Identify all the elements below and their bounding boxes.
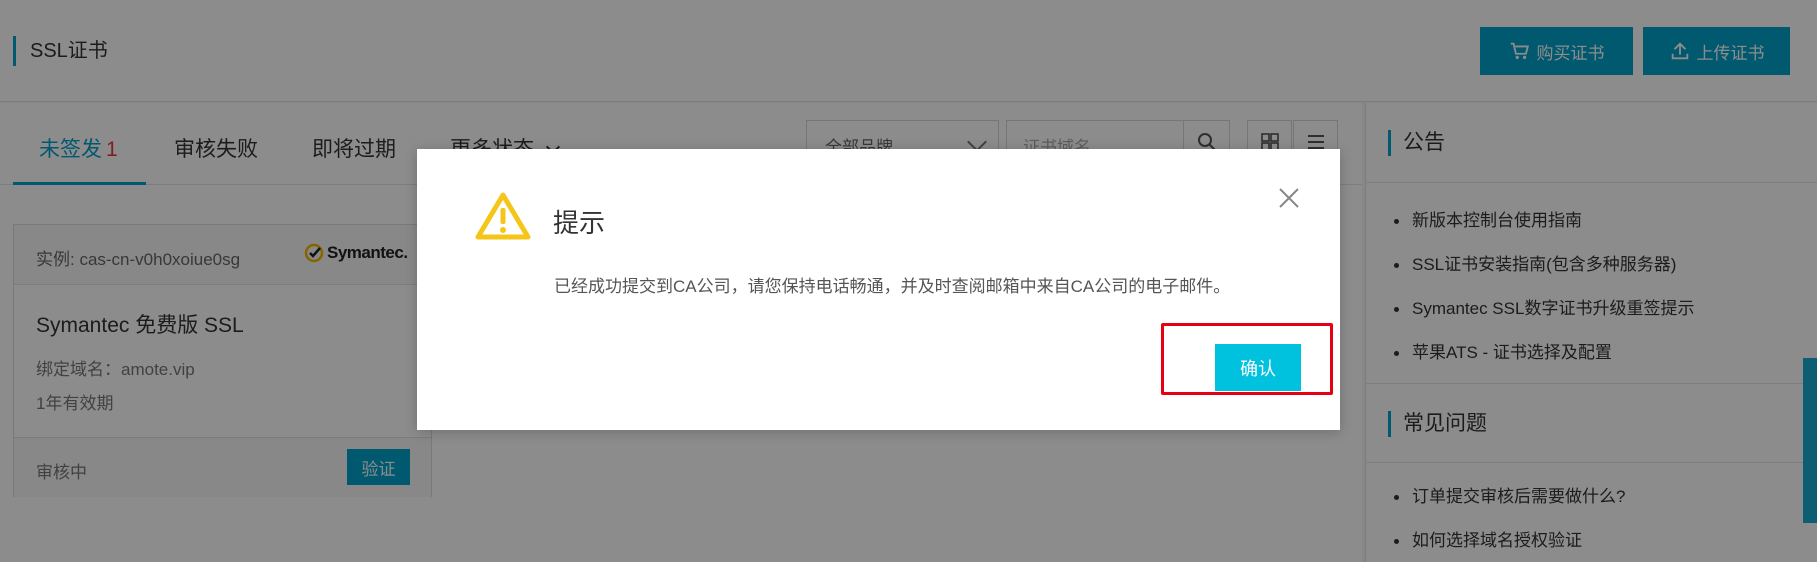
confirm-highlight-box [1161, 323, 1333, 395]
warning-icon [475, 192, 531, 240]
dialog-title: 提示 [553, 208, 606, 238]
dialog-message: 已经成功提交到CA公司，请您保持电话畅通，并及时查阅邮箱中来自CA公司的电子邮件… [554, 277, 1231, 296]
close-icon[interactable] [1276, 185, 1302, 211]
